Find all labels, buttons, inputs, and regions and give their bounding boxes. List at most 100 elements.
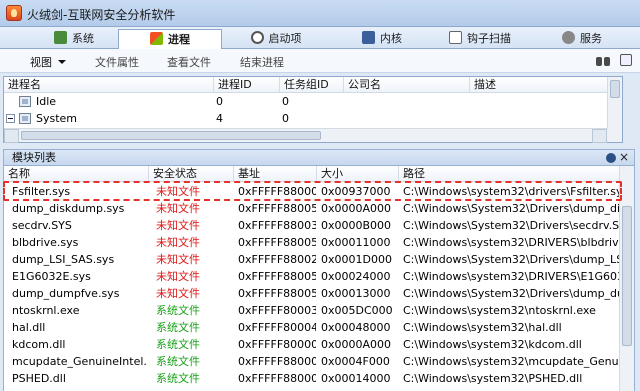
module-list-titlebar: 模块列表 × <box>3 149 635 166</box>
module-status: 未知文件 <box>156 253 200 266</box>
module-size: 0x0000A000 <box>321 338 392 351</box>
end-process-button[interactable]: 结束进程 <box>240 54 284 70</box>
col-base-address[interactable]: 基址 <box>234 166 317 182</box>
module-path: C:\Windows\system32\PSHED.dll <box>403 372 583 385</box>
system-icon <box>54 31 67 44</box>
module-base-address: 0xFFFFF88000C... <box>238 355 316 368</box>
module-path: C:\Windows\system32\DRIVERS\blbdrive.sys <box>403 236 619 249</box>
module-name: ntoskrnl.exe <box>12 304 80 317</box>
col-security-status[interactable]: 安全状态 <box>149 166 234 182</box>
file-properties-button[interactable]: 文件属性 <box>95 54 139 70</box>
col-size[interactable]: 大小 <box>317 166 399 182</box>
collapse-icon[interactable] <box>6 114 15 123</box>
module-row[interactable]: dump_diskdump.sys 未知文件 0xFFFFF88005E... 0x0… <box>4 200 621 217</box>
process-pid: 4 <box>216 112 223 125</box>
col-group-id[interactable]: 任务组ID <box>280 77 344 93</box>
binoculars-icon[interactable] <box>596 54 610 67</box>
close-icon[interactable]: × <box>619 150 629 165</box>
module-size: 0x0004F000 <box>321 355 390 368</box>
module-row[interactable]: mcupdate_GenuineIntel.dll 系统文件 0xFFFFF8800… <box>4 353 621 370</box>
process-row[interactable]: Idle 0 0 <box>4 93 622 111</box>
col-path[interactable]: 路径 <box>399 166 621 182</box>
scroll-thumb[interactable] <box>21 131 321 140</box>
col-company[interactable]: 公司名 <box>344 77 470 93</box>
module-name: E1G6032E.sys <box>12 270 91 283</box>
tab-kernel[interactable]: 内核 <box>330 29 434 49</box>
scroll-right-button[interactable] <box>592 129 607 143</box>
module-path: C:\Windows\System32\Drivers\dump_dumpfv <box>403 287 619 300</box>
module-row[interactable]: Fsfilter.sys 未知文件 0xFFFFF88000E... 0x009370… <box>4 183 621 200</box>
tab-hook-scan[interactable]: 钩子扫描 <box>428 29 532 49</box>
module-size: 0x0000A000 <box>321 202 392 215</box>
process-icon <box>19 113 31 124</box>
scroll-thumb[interactable] <box>610 80 620 98</box>
col-module-name[interactable]: 名称 <box>4 166 149 182</box>
flame-app-icon <box>6 5 22 21</box>
module-row[interactable]: hal.dll 系统文件 0xFFFFF800043... 0x00048000 C:\… <box>4 319 621 336</box>
view-file-button[interactable]: 查看文件 <box>167 54 211 70</box>
col-pid[interactable]: 进程ID <box>214 77 280 93</box>
process-table: 进程名 进程ID 任务组ID 公司名 描述 Idle 0 0 System 4 … <box>3 76 623 143</box>
module-name: PSHED.dll <box>12 372 66 385</box>
module-base-address: 0xFFFFF88003F... <box>238 219 316 232</box>
process-group-id: 0 <box>282 112 289 125</box>
module-size: 0x005DC000 <box>321 304 393 317</box>
module-row[interactable]: secdrv.SYS 未知文件 0xFFFFF88003F... 0x0000B000… <box>4 217 621 234</box>
module-row[interactable]: blbdrive.sys 未知文件 0xFFFFF88005B... 0x000110… <box>4 234 621 251</box>
tab-service[interactable]: 服务 <box>530 29 634 49</box>
module-size: 0x00013000 <box>321 287 391 300</box>
module-name: kdcom.dll <box>12 338 66 351</box>
vertical-scrollbar[interactable] <box>619 166 634 391</box>
module-status: 未知文件 <box>156 287 200 300</box>
horizontal-scrollbar[interactable] <box>4 128 622 143</box>
module-status: 系统文件 <box>156 304 200 317</box>
module-base-address: 0xFFFFF880020... <box>238 253 316 266</box>
module-name: dump_LSI_SAS.sys <box>12 253 115 266</box>
module-row[interactable]: ntoskrnl.exe 系统文件 0xFFFFF80003E... 0x005DC0… <box>4 302 621 319</box>
scroll-thumb[interactable] <box>622 206 632 346</box>
module-size: 0x00014000 <box>321 372 391 385</box>
module-name: dump_dumpfve.sys <box>12 287 120 300</box>
module-status: 未知文件 <box>156 202 200 215</box>
module-table-header: 名称 安全状态 基址 大小 路径 <box>4 166 621 182</box>
module-row[interactable]: dump_dumpfve.sys 未知文件 0xFFFFF88005A... 0x00… <box>4 285 621 302</box>
module-name: Fsfilter.sys <box>12 185 71 198</box>
process-group-id: 0 <box>282 95 289 108</box>
process-name: System <box>36 112 78 125</box>
vertical-scrollbar[interactable] <box>607 77 622 129</box>
module-base-address: 0xFFFFF80003E... <box>238 304 316 317</box>
process-row[interactable]: System 4 0 <box>4 110 622 128</box>
module-status: 系统文件 <box>156 321 200 334</box>
scroll-left-button[interactable] <box>4 129 19 143</box>
process-toolbar: 视图 文件属性 查看文件 结束进程 <box>0 49 640 73</box>
module-name: secdrv.SYS <box>12 219 72 232</box>
module-status: 系统文件 <box>156 338 200 351</box>
module-row[interactable]: kdcom.dll 系统文件 0xFFFFF80000B... 0x0000A000 C… <box>4 336 621 353</box>
module-path: C:\Windows\system32\drivers\Fsfilter.sys <box>403 185 619 198</box>
module-status: 系统文件 <box>156 355 200 368</box>
module-base-address: 0xFFFFF88005B... <box>238 236 316 249</box>
col-process-name[interactable]: 进程名 <box>4 77 214 93</box>
tab-system[interactable]: 系统 <box>22 29 126 49</box>
module-path: C:\Windows\System32\Drivers\dump_LSI_SAS <box>403 253 619 266</box>
window-pin-icon[interactable] <box>620 54 632 66</box>
pin-icon[interactable] <box>606 153 616 163</box>
tab-startup[interactable]: 启动项 <box>224 29 328 49</box>
title-bar: 火绒剑-互联网安全分析软件 <box>0 0 640 27</box>
tab-process[interactable]: 进程 <box>118 29 222 50</box>
module-name: dump_diskdump.sys <box>12 202 125 215</box>
module-status: 未知文件 <box>156 185 200 198</box>
module-base-address: 0xFFFFF88000E... <box>238 185 316 198</box>
module-base-address: 0xFFFFF80000B... <box>238 338 316 351</box>
module-path: C:\Windows\system32\mcupdate_GenuineInte… <box>403 355 619 368</box>
module-row[interactable]: E1G6032E.sys 未知文件 0xFFFFF88005C... 0x000240… <box>4 268 621 285</box>
module-row[interactable]: PSHED.dll 系统文件 0xFFFFF880000... 0x00014000 C… <box>4 370 621 387</box>
startup-icon <box>250 31 264 44</box>
module-list-title: 模块列表 <box>12 151 56 164</box>
module-base-address: 0xFFFFF88005E... <box>238 202 316 215</box>
module-row[interactable]: dump_LSI_SAS.sys 未知文件 0xFFFFF880020... 0x00… <box>4 251 621 268</box>
main-tabs: 系统 进程 启动项 内核 钩子扫描 服务 <box>0 27 640 50</box>
col-description[interactable]: 描述 <box>470 77 608 93</box>
module-path: C:\Windows\system32\DRIVERS\E1G6032E.sys <box>403 270 619 283</box>
view-menu-button[interactable]: 视图 <box>30 54 66 70</box>
